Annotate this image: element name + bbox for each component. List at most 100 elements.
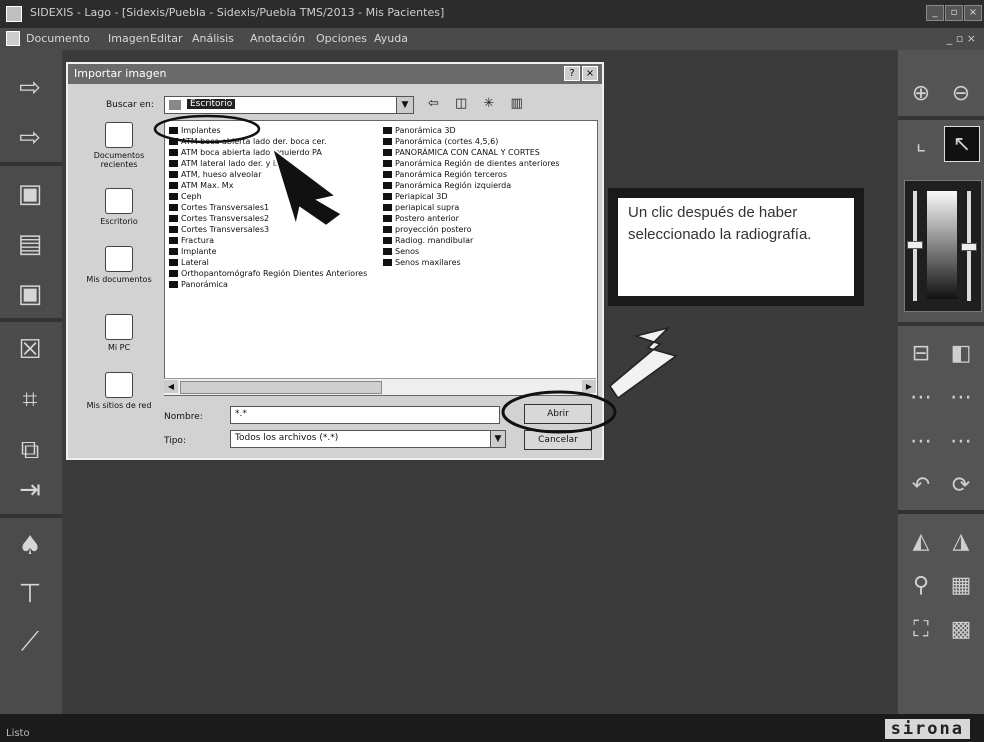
menu-analisis[interactable]: Análisis <box>192 32 234 45</box>
file-item[interactable]: periapical supra <box>381 202 560 213</box>
file-item[interactable]: Senos maxilares <box>381 257 560 268</box>
scroll-right-icon[interactable]: ▶ <box>582 380 596 393</box>
file-item[interactable]: Radiog. mandibular <box>381 235 560 246</box>
angle-alt-icon[interactable]: ⋯ <box>944 424 978 458</box>
file-item[interactable]: Implante <box>167 246 367 257</box>
place-label: Mis sitios de red <box>86 401 152 410</box>
split-view-icon[interactable]: ◧ <box>944 336 978 370</box>
file-item[interactable]: Panorámica Región de dientes anteriores <box>381 158 560 169</box>
chevron-down-icon[interactable]: ▼ <box>490 431 505 447</box>
grid-icon[interactable]: ▦ <box>944 568 978 602</box>
look-in-select[interactable]: Escritorio ▼ <box>164 96 414 114</box>
fit-icon[interactable]: ⛶ <box>904 612 938 646</box>
file-item[interactable]: Orthopantomógrafo Región Dientes Anterio… <box>167 268 367 279</box>
tile-icon[interactable]: ▩ <box>944 612 978 646</box>
import-icon[interactable]: ⧉ <box>8 428 52 472</box>
file-item[interactable]: proyección postero <box>381 224 560 235</box>
menu-editar[interactable]: Editar <box>150 32 183 45</box>
measure-icon[interactable]: ⋯ <box>904 380 938 414</box>
file-item[interactable]: Cortes Transversales2 <box>167 213 367 224</box>
import-image-dialog: Importar imagen ? × Buscar en: Escritori… <box>66 62 604 460</box>
folder-icon <box>169 138 178 145</box>
measure-alt-icon[interactable]: ⋯ <box>944 380 978 414</box>
file-item[interactable]: Panorámica Región terceros <box>381 169 560 180</box>
compare-icon[interactable]: ⊟ <box>904 336 938 370</box>
scroll-left-icon[interactable]: ◀ <box>164 380 178 393</box>
magnifier-icon[interactable]: ⚲ <box>904 568 938 602</box>
file-item[interactable]: PANORÁMICA CON CANAL Y CORTES <box>381 147 560 158</box>
mdi-controls[interactable]: _ ▫ × <box>947 32 976 45</box>
tooth-icon[interactable]: ♠ <box>8 524 52 568</box>
rotate-icon[interactable]: ↶ <box>904 468 938 502</box>
menu-opciones[interactable]: Opciones <box>316 32 367 45</box>
chevron-down-icon[interactable]: ▼ <box>396 97 413 113</box>
file-item[interactable]: ATM boca abierta lado izquierdo PA <box>167 147 367 158</box>
menu-documento[interactable]: Documento <box>26 32 90 45</box>
file-item[interactable]: Lateral <box>167 257 367 268</box>
help-button[interactable]: ? <box>564 66 580 81</box>
open-patient-icon[interactable]: ▣ <box>8 172 52 216</box>
histogram-icon[interactable]: ◭ <box>904 524 938 558</box>
xray-device-icon[interactable]: ☒ <box>8 328 52 372</box>
file-item[interactable]: Implantes <box>167 125 367 136</box>
file-item[interactable]: Panorámica Región izquierda <box>381 180 560 191</box>
close-window-button[interactable]: × <box>964 5 982 21</box>
select-tool-icon[interactable]: ⌞ <box>904 126 938 160</box>
contrast-slider-handle[interactable] <box>961 243 977 251</box>
horizontal-scrollbar[interactable]: ◀ ▶ <box>164 378 596 395</box>
dialog-close-button[interactable]: × <box>582 66 598 81</box>
file-item[interactable]: ATM lateral lado der. y izq. <box>167 158 367 169</box>
maximize-button[interactable]: ▫ <box>945 5 963 21</box>
angle-icon[interactable]: ⋯ <box>904 424 938 458</box>
dialog-nav-tools[interactable]: ⇦ ◫ ✳ ▥ <box>428 96 529 111</box>
file-item-label: Radiog. mandibular <box>395 236 474 245</box>
file-item[interactable]: ATM, hueso alveolar <box>167 169 367 180</box>
flip-icon[interactable]: ⟳ <box>944 468 978 502</box>
filename-input[interactable]: *.* <box>230 406 500 424</box>
scan-icon[interactable]: ⌗ <box>8 378 52 422</box>
file-item[interactable]: Fractura <box>167 235 367 246</box>
file-item[interactable]: Periapical 3D <box>381 191 560 202</box>
open-button[interactable]: Abrir <box>524 404 592 424</box>
place-recent[interactable]: Documentos recientes <box>76 122 162 169</box>
export-image-icon[interactable]: ⇨ <box>8 66 52 110</box>
menu-imagen[interactable]: Imagen <box>108 32 149 45</box>
folder-icon <box>169 215 178 222</box>
file-item[interactable]: ATM boca abierta lado der. boca cer. <box>167 136 367 147</box>
file-item[interactable]: Panorámica (cortes 4,5,6) <box>381 136 560 147</box>
file-list[interactable]: Implantes ATM boca abierta lado der. boca… <box>164 120 598 396</box>
folder-icon <box>383 171 392 178</box>
file-item[interactable]: Cortes Transversales1 <box>167 202 367 213</box>
file-item[interactable]: Panorámica 3D <box>381 125 560 136</box>
minimize-button[interactable]: _ <box>926 5 944 21</box>
implant-icon[interactable]: ⊤ <box>8 572 52 616</box>
file-item[interactable]: Senos <box>381 246 560 257</box>
brightness-slider-handle[interactable] <box>907 241 923 249</box>
zoom-in-icon[interactable]: ⊕ <box>904 76 938 110</box>
curve-icon[interactable]: ◮ <box>944 524 978 558</box>
place-my-pc[interactable]: Mi PC <box>76 314 162 352</box>
place-network[interactable]: Mis sitios de red <box>76 372 162 410</box>
pointer-tool-icon[interactable]: ↖ <box>944 126 980 162</box>
file-item[interactable]: Panorámica <box>167 279 367 290</box>
filetype-select[interactable]: Todos los archivos (*.*) ▼ <box>230 430 506 448</box>
folder-icon <box>383 226 392 233</box>
zoom-out-icon[interactable]: ⊖ <box>944 76 978 110</box>
menu-anotacion[interactable]: Anotación <box>250 32 305 45</box>
patient-folder-icon[interactable]: ▣ <box>8 272 52 316</box>
export-image-alt-icon[interactable]: ⇨ <box>8 116 52 160</box>
place-desktop[interactable]: Escritorio <box>76 188 162 226</box>
file-item[interactable]: ATM Max. Mx <box>167 180 367 191</box>
cancel-button[interactable]: Cancelar <box>524 430 592 450</box>
brand-logo: sirona <box>884 719 970 739</box>
place-my-documents[interactable]: Mis documentos <box>76 246 162 284</box>
patient-record-icon[interactable]: ▤ <box>8 222 52 266</box>
scroll-thumb[interactable] <box>180 381 382 394</box>
file-item[interactable]: Ceph <box>167 191 367 202</box>
file-item-label: Senos <box>395 247 420 256</box>
menu-ayuda[interactable]: Ayuda <box>374 32 408 45</box>
instrument-icon[interactable]: ⟋ <box>8 620 52 664</box>
file-item[interactable]: Postero anterior <box>381 213 560 224</box>
import-image-icon[interactable]: ⇥ <box>8 468 52 512</box>
file-item[interactable]: Cortes Transversales3 <box>167 224 367 235</box>
